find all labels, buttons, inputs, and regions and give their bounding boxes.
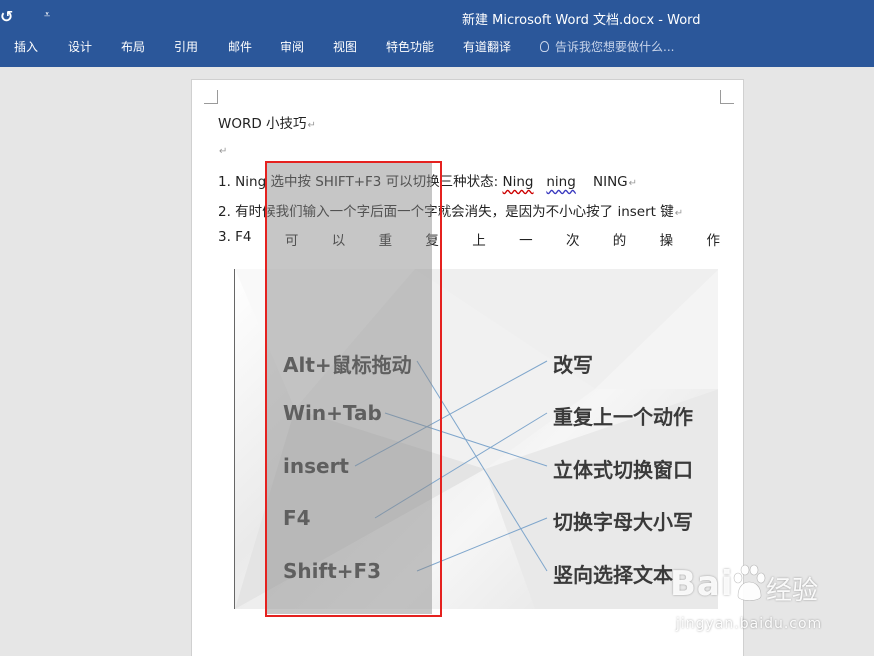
tip-3-char: 作 (706, 233, 720, 249)
tip-1-word-ning-lower: ning (546, 174, 576, 190)
tip-3-char: 一 (519, 233, 533, 249)
tip-3-char: 次 (565, 233, 580, 249)
tip-3-char: 上 (472, 233, 486, 249)
right-item-column-select: 竖向选择文本 (553, 563, 673, 587)
watermark-url: jingyan.baidu.com (676, 616, 823, 632)
margin-corner-top-right (720, 90, 734, 104)
right-item-3d-switch: 立体式切换窗口 (553, 458, 693, 482)
tip-3-char: 3. F4 (218, 229, 252, 245)
tab-review[interactable]: 审阅 (280, 38, 304, 55)
tab-view[interactable]: 视图 (333, 38, 357, 55)
tab-special-features[interactable]: 特色功能 (386, 38, 434, 55)
right-item-toggle-case: 切换字母大小写 (553, 510, 693, 534)
tell-me-placeholder: 告诉我您想要做什么... (555, 40, 675, 54)
paragraph-mark: ↵ (674, 208, 684, 219)
baidu-jingyan-watermark: Bai 经验 jingyan.baidu.com (670, 564, 870, 654)
tab-mailings[interactable]: 邮件 (228, 38, 252, 55)
empty-paragraph[interactable]: ↵ (218, 142, 227, 158)
title-bar: ↺ ⩡ 新建 Microsoft Word 文档.docx - Word 插入 … (0, 0, 874, 67)
window-title: 新建 Microsoft Word 文档.docx - Word (462, 13, 701, 28)
baidu-paw-icon (733, 564, 766, 601)
doc-title: WORD 小技巧 (218, 116, 307, 132)
tip-3-char: 操 (659, 233, 674, 249)
right-item-repeat-action: 重复上一个动作 (553, 405, 693, 429)
tip-3-char: 的 (612, 233, 627, 249)
tip-1-word-ning-upper: NING (592, 174, 628, 190)
tab-layout[interactable]: 布局 (121, 38, 145, 55)
margin-corner-top-left (204, 90, 218, 104)
tab-design[interactable]: 设计 (68, 38, 92, 55)
ribbon-tabs: 插入 设计 布局 引用 邮件 审阅 视图 特色功能 有道翻译 (0, 38, 874, 58)
tab-youdao-translate[interactable]: 有道翻译 (463, 38, 511, 55)
watermark-suffix: 经验 (766, 576, 819, 606)
tab-references[interactable]: 引用 (174, 38, 198, 55)
doc-title-line[interactable]: WORD 小技巧↵ (218, 112, 316, 132)
watermark-brand: Bai (670, 564, 734, 604)
paragraph-mark: ↵ (219, 146, 228, 157)
tab-insert[interactable]: 插入 (14, 38, 38, 55)
red-highlight-box (265, 161, 442, 617)
paragraph-mark: ↵ (307, 120, 316, 131)
customize-qat-icon[interactable]: ⩡ (44, 8, 50, 22)
right-item-overwrite: 改写 (553, 353, 593, 377)
tip-1-word-ning-cap: Ning (502, 174, 534, 190)
paragraph-mark: ↵ (628, 178, 638, 189)
lightbulb-icon (540, 41, 549, 52)
tell-me-search[interactable]: 告诉我您想要做什么... (540, 38, 674, 55)
undo-icon[interactable]: ↺ (0, 7, 13, 26)
